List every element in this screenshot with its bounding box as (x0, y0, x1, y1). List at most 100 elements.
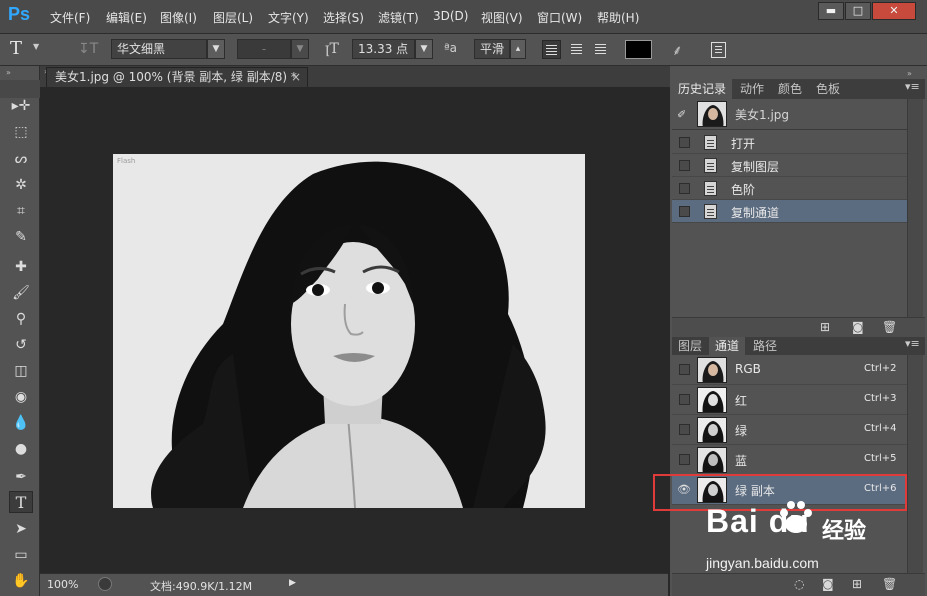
document-tab[interactable]: 美女1.jpg @ 100% (背景 副本, 绿 副本/8) * × (46, 67, 308, 87)
menu-view[interactable]: 视图(V) (481, 9, 523, 26)
status-menu-icon[interactable] (98, 577, 112, 591)
magic-wand-tool-icon[interactable]: ✲ (9, 174, 33, 196)
collapse-tools-icon[interactable]: » (6, 68, 11, 77)
channel-row-green[interactable]: 绿 Ctrl+4 (672, 415, 907, 445)
font-size-arrow-icon[interactable]: ▼ (415, 39, 433, 59)
lasso-tool-icon[interactable]: ᔕ (9, 148, 33, 170)
camera-icon[interactable]: ◙ (852, 320, 864, 334)
channels-panel-menu-icon[interactable]: ▾≡ (905, 337, 920, 350)
warp-text-icon[interactable]: ⸙ (672, 41, 683, 60)
history-checkbox[interactable] (679, 206, 690, 217)
channel-visibility-toggle[interactable] (679, 454, 690, 465)
tab-history[interactable]: 历史记录 (672, 79, 733, 99)
tab-actions[interactable]: 动作 (734, 79, 770, 99)
new-channel-icon[interactable]: ⊞ (852, 577, 862, 591)
menu-type[interactable]: 文字(Y) (268, 9, 309, 26)
menu-filter[interactable]: 滤镜(T) (378, 9, 419, 26)
type-tool-icon[interactable]: T (10, 38, 22, 59)
channel-shortcut: Ctrl+5 (864, 453, 897, 464)
menu-file[interactable]: 文件(F) (50, 9, 90, 26)
font-family-select[interactable]: 华文细黑 (111, 39, 207, 59)
text-color-swatch[interactable] (625, 40, 652, 59)
align-center-button[interactable] (568, 40, 587, 59)
type-tool-button[interactable]: T (9, 491, 33, 513)
minimize-button[interactable]: ▬ (818, 2, 844, 20)
menu-image[interactable]: 图像(I) (160, 9, 197, 26)
load-selection-icon[interactable]: ◌ (794, 577, 804, 591)
history-item[interactable]: 复制图层 (672, 154, 907, 177)
document-image[interactable]: Flash (113, 154, 585, 508)
clone-stamp-tool-icon[interactable]: ⚲ (9, 308, 33, 330)
channel-row-blue[interactable]: 蓝 Ctrl+5 (672, 445, 907, 475)
hand-tool-icon[interactable]: ✋ (9, 570, 33, 592)
tab-channels[interactable]: 通道 (709, 337, 746, 355)
font-family-arrow-icon[interactable]: ▼ (207, 39, 225, 59)
move-tool-icon[interactable]: ▸✛ (9, 95, 33, 117)
antialias-arrow-icon[interactable]: ▴ (510, 39, 526, 59)
history-item[interactable]: 打开 (672, 131, 907, 154)
channel-row-rgb[interactable]: RGB Ctrl+2 (672, 355, 907, 385)
new-document-from-state-icon[interactable]: ⊞ (820, 320, 830, 334)
marquee-tool-icon[interactable]: ⬚ (9, 121, 33, 143)
close-button[interactable]: ✕ (872, 2, 916, 20)
history-snapshot[interactable]: ✐ 美女1.jpg (672, 99, 907, 130)
crop-tool-icon[interactable]: ⌗ (9, 200, 33, 222)
channel-row-red[interactable]: 红 Ctrl+3 (672, 385, 907, 415)
tab-swatches[interactable]: 色板 (810, 79, 846, 99)
menu-select[interactable]: 选择(S) (323, 9, 364, 26)
history-checkbox[interactable] (679, 160, 690, 171)
channel-visibility-toggle[interactable] (679, 364, 690, 375)
zoom-level[interactable]: 100% (47, 578, 78, 591)
brush-tool-icon[interactable]: 🖌 (9, 282, 33, 304)
history-item-label: 打开 (731, 137, 756, 151)
dock-collapse-icon[interactable]: » (907, 69, 912, 78)
blur-tool-icon[interactable]: 💧 (9, 412, 33, 434)
tool-preset-arrow-icon[interactable]: ▼ (33, 42, 39, 51)
font-size-input[interactable]: 13.33 点 (352, 39, 415, 59)
eraser-tool-icon[interactable]: ◫ (9, 360, 33, 382)
history-item-selected[interactable]: 复制通道 (672, 200, 907, 223)
history-checkbox[interactable] (679, 137, 690, 148)
paint-bucket-tool-icon[interactable]: ◉ (9, 386, 33, 408)
menu-edit[interactable]: 编辑(E) (106, 9, 147, 26)
trash-icon[interactable]: 🗑 (882, 577, 897, 591)
font-style-select[interactable]: - (237, 39, 291, 59)
eyedropper-tool-icon[interactable]: ✎ (9, 226, 33, 248)
dodge-tool-icon[interactable]: ● (9, 438, 33, 460)
rectangle-tool-icon[interactable]: ▭ (9, 544, 33, 566)
history-checkbox[interactable] (679, 183, 690, 194)
healing-brush-tool-icon[interactable]: ✚ (9, 256, 33, 278)
channel-name: 蓝 (735, 454, 748, 468)
status-arrow-icon[interactable]: ▶ (289, 578, 296, 588)
channel-name: RGB (735, 362, 761, 376)
menu-help[interactable]: 帮助(H) (597, 9, 639, 26)
menu-3d[interactable]: 3D(D) (433, 9, 468, 23)
antialias-select[interactable]: 平滑 (474, 39, 510, 59)
channel-visibility-toggle[interactable] (679, 424, 690, 435)
font-style-arrow-icon[interactable]: ▼ (291, 39, 309, 59)
history-item[interactable]: 色阶 (672, 177, 907, 200)
trash-icon[interactable]: 🗑 (882, 320, 897, 334)
tab-paths[interactable]: 路径 (747, 337, 783, 355)
maximize-button[interactable]: □ (845, 2, 871, 20)
menu-layer[interactable]: 图层(L) (213, 9, 253, 26)
history-item-label: 色阶 (731, 183, 756, 197)
history-panel-menu-icon[interactable]: ▾≡ (905, 80, 920, 93)
align-left-button[interactable] (542, 40, 561, 59)
history-scrollbar[interactable] (907, 99, 923, 317)
history-brush-tool-icon[interactable]: ↺ (9, 334, 33, 356)
channel-thumbnail (697, 447, 727, 473)
tab-layers[interactable]: 图层 (672, 337, 708, 355)
align-right-button[interactable] (592, 40, 611, 59)
save-selection-icon[interactable]: ◙ (822, 577, 834, 591)
tab-color[interactable]: 颜色 (772, 79, 808, 99)
pen-tool-icon[interactable]: ✒ (9, 466, 33, 488)
menu-window[interactable]: 窗口(W) (537, 9, 582, 26)
channels-scrollbar[interactable] (907, 355, 923, 573)
history-brush-source-icon[interactable]: ✐ (677, 108, 686, 121)
close-document-icon[interactable]: × (291, 68, 301, 87)
path-selection-tool-icon[interactable]: ➤ (9, 518, 33, 540)
character-panel-icon[interactable] (711, 42, 726, 58)
channel-visibility-toggle[interactable] (679, 394, 690, 405)
orientation-icon[interactable]: ↧T (78, 41, 98, 57)
